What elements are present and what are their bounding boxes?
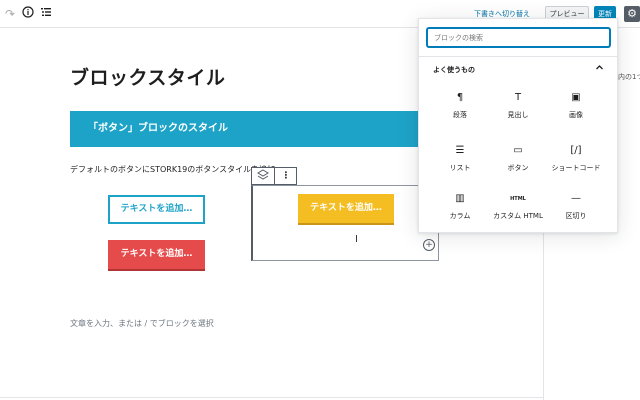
paragraph-icon: ¶ — [456, 92, 464, 103]
more-options-icon[interactable]: ⋮ — [279, 169, 293, 183]
block-item[interactable]: ▣ 画像 — [547, 89, 605, 131]
block-toolbar: ⋮ — [251, 167, 297, 185]
block-item[interactable]: [/] ショートコード — [547, 142, 605, 184]
block-placeholder[interactable]: 文章を入力、または / でブロックを選択 — [70, 318, 214, 329]
chevron-up-icon — [593, 63, 605, 76]
block-item[interactable]: — 区切り — [547, 190, 605, 232]
redo-icon[interactable]: ↷ — [2, 6, 18, 22]
heading-text: 「ボタン」ブロックのスタイル — [88, 123, 228, 134]
gear-icon[interactable]: ⚙ — [624, 6, 640, 22]
block-styles-icon[interactable] — [256, 169, 270, 183]
shortcode-icon: [/] — [570, 145, 582, 156]
list-view-icon[interactable] — [38, 6, 54, 22]
list-icon: ☰ — [455, 145, 465, 156]
text-cursor-icon: I — [355, 234, 358, 245]
separator-icon: — — [571, 193, 581, 204]
block-item[interactable]: ☰ リスト — [431, 142, 489, 184]
block-item-label: カスタム HTML — [493, 212, 543, 220]
add-block-icon[interactable]: + — [423, 239, 435, 251]
footer-divider — [0, 397, 543, 398]
block-inserter-popover: よく使うもの ¶ 段落 T 見出し ▣ 画像 ☰ リスト ▭ ボタン [/] ショートコード ▥ カラム H… — [418, 18, 618, 233]
block-item[interactable]: ¶ 段落 — [431, 89, 489, 131]
yellow-button-block[interactable]: テキストを追加… — [298, 194, 394, 223]
most-used-section-toggle[interactable]: よく使うもの — [419, 59, 617, 81]
heading-block[interactable]: 「ボタン」ブロックのスタイル — [70, 111, 420, 147]
block-item[interactable]: HTML カスタム HTML — [489, 190, 547, 232]
block-item-label: 段落 — [453, 111, 467, 119]
block-item[interactable]: ▥ カラム — [431, 190, 489, 232]
html-icon: HTML — [510, 196, 526, 202]
sidebar-text: 内の1つ — [618, 73, 640, 81]
section-title: よく使うもの — [433, 66, 475, 74]
toolbar-divider — [274, 168, 275, 184]
heading-icon: T — [514, 92, 522, 103]
red-button-block[interactable]: テキストを追加… — [108, 240, 205, 269]
block-item-label: ボタン — [507, 164, 529, 172]
block-item-label: ショートコード — [551, 164, 601, 172]
block-item-label: 画像 — [569, 111, 583, 119]
outline-button-block[interactable]: テキストを追加… — [108, 195, 205, 224]
block-item-label: 見出し — [507, 111, 529, 119]
block-item-label: リスト — [449, 164, 471, 172]
block-item[interactable]: T 見出し — [489, 89, 547, 131]
block-item[interactable]: ▭ ボタン — [489, 142, 547, 184]
columns-icon: ▥ — [455, 193, 465, 204]
inserter-divider — [419, 56, 617, 57]
paragraph-block[interactable]: デフォルトのボタンにSTORK19のボタンスタイルを追加 — [70, 164, 275, 175]
block-item-label: 区切り — [565, 212, 587, 220]
page-title[interactable]: ブロックスタイル — [70, 66, 225, 90]
button-icon: ▭ — [513, 145, 523, 156]
info-icon[interactable] — [20, 6, 36, 22]
block-item-label: カラム — [449, 212, 471, 220]
block-search-input[interactable] — [427, 28, 610, 47]
image-icon: ▣ — [571, 92, 581, 103]
